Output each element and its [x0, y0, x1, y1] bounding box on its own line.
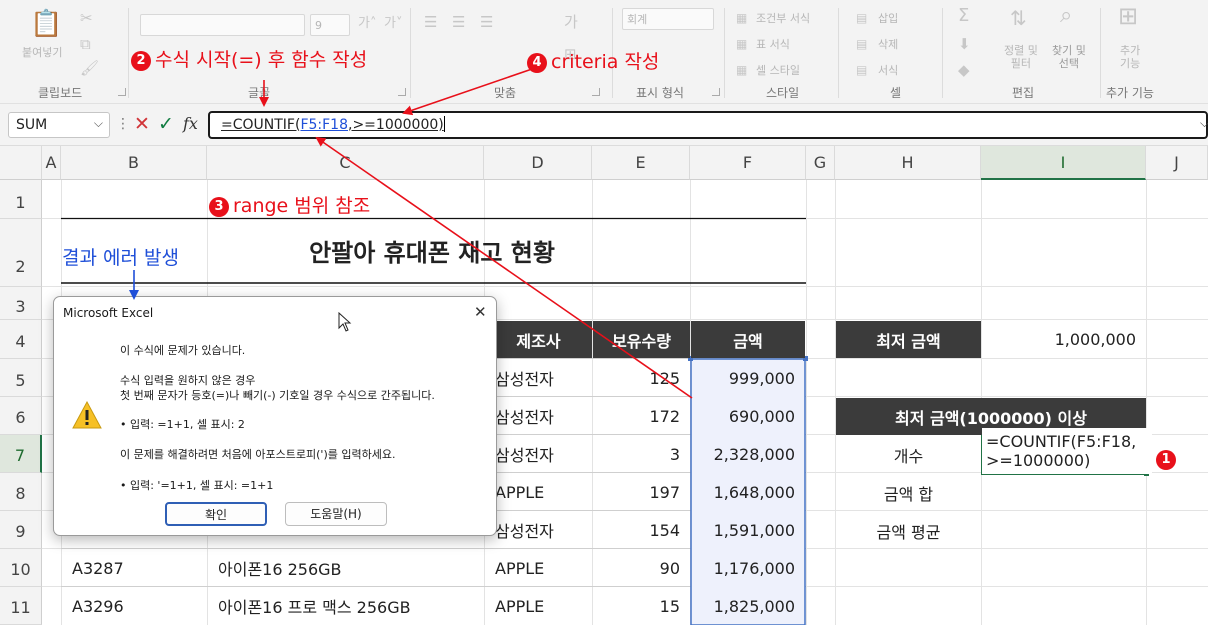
annotation-step2: 2 수식 시작(=) 후 함수 작성: [131, 45, 367, 72]
badge-1: 1: [1156, 450, 1176, 470]
annotation-step3: 3 range 범위 참조: [209, 191, 370, 218]
annotation-step1: 1: [1156, 448, 1180, 470]
annotation-step4-text: criteria 작성: [551, 51, 660, 73]
badge-4: 4: [527, 53, 547, 73]
badge-2: 2: [131, 51, 151, 71]
annotation-arrows: [129, 67, 693, 399]
arrow-step4: [402, 67, 536, 116]
annotation-step3-text: range 범위 참조: [233, 195, 371, 217]
annotation-step2-text: 수식 시작(=) 후 함수 작성: [155, 49, 368, 71]
annotation-step4: 4 criteria 작성: [527, 47, 659, 74]
arrow-step3: [315, 136, 693, 399]
annotation-error: 결과 에러 발생: [62, 247, 179, 269]
badge-3: 3: [209, 197, 229, 217]
